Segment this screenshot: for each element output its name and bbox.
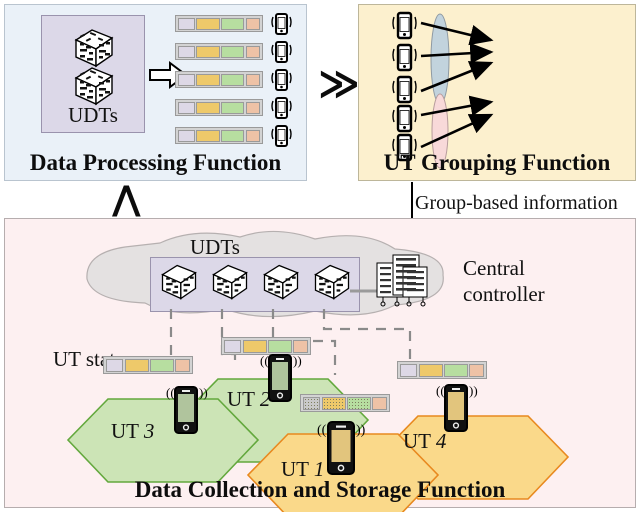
- status-segment-green: [221, 73, 245, 86]
- svg-text:)): )): [199, 385, 208, 400]
- ut3-label-index: 3: [143, 419, 155, 443]
- ut3-label-text: UT: [111, 419, 139, 443]
- ut2-label-text: UT: [227, 387, 255, 411]
- ut-status-bar: [175, 43, 263, 60]
- status-segment-peach: [245, 101, 260, 114]
- ut4-phone-icon: (( )): [436, 383, 478, 432]
- ut3-phone-icon: (( )): [166, 385, 208, 434]
- status-segment-peach: [372, 396, 387, 410]
- ut1-status-bar: [300, 394, 390, 412]
- status-segment-peach: [175, 358, 190, 372]
- svg-text:)): )): [469, 383, 478, 398]
- status-segment-lavender: [177, 17, 195, 30]
- panel-title-data-collection: Data Collection and Storage Function: [134, 477, 506, 502]
- status-segment-lavender: [399, 363, 418, 377]
- central-controller-line1: Central: [463, 256, 525, 280]
- status-segment-green: [221, 17, 245, 30]
- ut3-status-bar: [103, 356, 193, 374]
- phone-icon: [271, 69, 292, 91]
- panel-title-data-processing: Data Processing Function: [29, 150, 282, 175]
- status-segment-peach: [245, 45, 260, 58]
- panel-ut-grouping-function: Group A Group B UT Grouping Function: [358, 4, 636, 181]
- status-segment-green: [221, 45, 245, 58]
- status-segment-yellow: [196, 73, 220, 86]
- status-segment-peach: [245, 73, 260, 86]
- status-segment-yellow: [418, 363, 443, 377]
- status-segment-yellow: [196, 17, 220, 30]
- status-segment-green-dotted: [347, 396, 371, 410]
- panel-data-processing-function: UDTs Data Processing Function: [4, 4, 307, 181]
- status-segment-yellow-dotted: [321, 396, 346, 410]
- phone-icon: [271, 97, 292, 119]
- status-segment-lavender: [177, 129, 195, 142]
- panel-title-ut-grouping: UT Grouping Function: [383, 150, 611, 175]
- ut1-phone-icon: (( )): [317, 421, 366, 475]
- ut-status-bar: [175, 127, 263, 144]
- ut3-label: UT 3: [111, 419, 154, 444]
- svg-text:((: ((: [260, 353, 269, 368]
- ut-status-bar: [175, 71, 263, 88]
- status-segment-yellow: [196, 129, 220, 142]
- phone-icon: [271, 13, 292, 35]
- status-segment-peach: [245, 17, 260, 30]
- udt-source-box: UDTs: [41, 15, 145, 133]
- group-based-information-label: Group-based information: [415, 192, 618, 214]
- ut4-status-bar: [397, 361, 487, 379]
- diagram-canvas: UDTs Data Processing Function UT Groupin…: [0, 0, 640, 512]
- svg-text:((: ((: [317, 423, 327, 438]
- status-segment-lavender: [177, 73, 195, 86]
- panel-data-collection-storage-function: UDTs Central controller UT status UT 3 U…: [4, 218, 636, 512]
- status-segment-green: [444, 363, 468, 377]
- phone-icon: [271, 125, 292, 147]
- right-chevron-icon: ≫: [318, 61, 360, 107]
- ut-status-bar: [175, 15, 263, 32]
- status-segment-green: [221, 129, 245, 142]
- status-segment-green: [150, 358, 174, 372]
- svg-text:((: ((: [436, 383, 445, 398]
- svg-text:((: ((: [166, 385, 175, 400]
- phone-icon: [271, 41, 292, 63]
- status-segment-green: [221, 101, 245, 114]
- ut-status-bar: [175, 99, 263, 116]
- udt-box-label: UDTs: [68, 103, 118, 127]
- status-segment-lavender: [177, 101, 195, 114]
- status-segment-lavender: [177, 45, 195, 58]
- status-segment-peach: [469, 363, 484, 377]
- status-segment-yellow: [196, 45, 220, 58]
- status-segment-lavender: [223, 339, 242, 353]
- ut2-phone-icon: (( )): [260, 353, 302, 402]
- status-segment-yellow: [124, 358, 149, 372]
- status-segment-lavender: [105, 358, 124, 372]
- status-segment-yellow: [196, 101, 220, 114]
- svg-text:)): )): [293, 353, 302, 368]
- ut4-label-text: UT: [403, 429, 431, 453]
- svg-text:)): )): [356, 423, 366, 438]
- status-segment-peach: [245, 129, 260, 142]
- udt-cube-icon: [74, 67, 114, 106]
- up-chevron-icon: ⋀: [112, 179, 141, 219]
- status-segment-gray: [302, 396, 321, 410]
